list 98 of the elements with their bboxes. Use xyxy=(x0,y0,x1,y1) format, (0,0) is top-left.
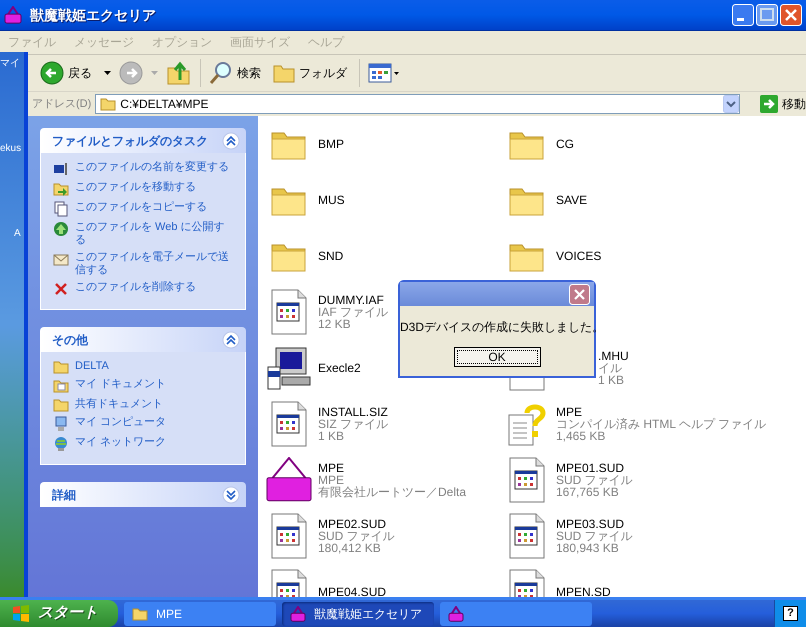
file-name[interactable]: CG xyxy=(556,138,574,150)
document-icon xyxy=(270,401,308,447)
collapse-button[interactable] xyxy=(222,330,240,348)
file-name[interactable]: MPE04.SUD xyxy=(318,586,386,597)
caret-icon xyxy=(151,71,158,75)
task-link[interactable]: マイ ネットワーク xyxy=(75,436,166,449)
help-tray-icon[interactable]: ? xyxy=(783,606,798,621)
task-link[interactable]: DELTA xyxy=(75,360,109,373)
dialog-message: D3Dデバイスの作成に失敗しました。 xyxy=(400,319,594,336)
delta-logo-icon xyxy=(4,6,22,24)
network-globe-icon xyxy=(53,436,69,452)
expand-button[interactable] xyxy=(222,486,240,504)
collapse-button[interactable] xyxy=(222,132,240,150)
file-name[interactable]: Execle2 xyxy=(318,362,361,374)
file-size: 167,765 KB xyxy=(556,486,620,498)
task-link[interactable]: 共有ドキュメント xyxy=(75,398,163,411)
file-size: 1 KB xyxy=(318,430,344,442)
go-button[interactable]: 移動 xyxy=(744,95,806,113)
file-name[interactable]: INSTALL.SIZ xyxy=(318,406,388,418)
file-type: コンパイル済み HTML ヘルプ ファイル xyxy=(556,418,766,430)
document-icon xyxy=(270,513,308,559)
search-icon xyxy=(209,61,233,85)
file-size: 1 KB xyxy=(598,374,626,386)
address-text: C:¥DELTA¥MPE xyxy=(120,96,210,113)
file-name[interactable]: MPE xyxy=(556,406,766,418)
file-name[interactable]: MPE03.SUD xyxy=(556,518,633,530)
folder-icon xyxy=(100,97,116,111)
panel-header[interactable]: ファイルとフォルダのタスク xyxy=(40,128,246,153)
ok-button[interactable]: OK xyxy=(454,347,540,367)
file-size: 12 KB xyxy=(318,318,352,330)
address-label: アドレス(D) xyxy=(32,96,92,112)
panel-header[interactable]: その他 xyxy=(40,327,246,352)
folder-icon xyxy=(273,63,295,83)
delete-icon xyxy=(53,281,69,297)
desktop-icon-label[interactable]: ekus xyxy=(0,141,24,156)
file-size: 1,465 KB xyxy=(556,430,606,442)
task-link[interactable]: このファイルを移動する xyxy=(75,181,196,194)
folder-move-icon xyxy=(53,181,69,197)
document-folder-icon xyxy=(53,378,69,394)
pages-icon xyxy=(53,201,69,217)
file-size: 180,943 KB xyxy=(556,542,620,554)
file-name[interactable]: MPEN.SD xyxy=(556,586,611,597)
file-type: SIZ ファイル xyxy=(318,418,388,430)
panel-title: ファイルとフォルダのタスク xyxy=(52,132,208,150)
file-name[interactable]: MPE02.SUD xyxy=(318,518,395,530)
file-name[interactable]: SAVE xyxy=(556,194,588,206)
delta-logo-icon xyxy=(266,457,312,503)
desktop-icon-label[interactable]: マイ xyxy=(0,56,24,71)
window-title: 獣魔戦姫エクセリア xyxy=(28,6,157,24)
document-icon xyxy=(508,513,546,559)
file-type: SUD ファイル xyxy=(556,474,633,486)
delta-logo-icon xyxy=(448,606,464,622)
panel-title: 詳細 xyxy=(52,486,76,504)
file-type: MPE xyxy=(318,474,344,486)
globe-icon xyxy=(53,221,69,237)
file-name[interactable]: .MHU xyxy=(598,350,629,362)
task-link[interactable]: このファイルを削除する xyxy=(75,281,196,294)
file-name[interactable]: MUS xyxy=(318,194,345,206)
rename-icon xyxy=(53,161,69,177)
back-button[interactable]: 戻る xyxy=(36,61,96,85)
file-name[interactable]: VOICES xyxy=(556,250,602,262)
windows-flag-icon xyxy=(12,604,30,622)
file-type: イル xyxy=(598,362,623,374)
file-type: SUD ファイル xyxy=(556,530,633,542)
task-link[interactable]: このファイルを電子メールで送信する xyxy=(75,251,233,277)
file-size: 180,412 KB xyxy=(318,542,382,554)
file-type: SUD ファイル xyxy=(318,530,395,542)
folder-icon xyxy=(53,398,69,412)
file-name[interactable]: SND xyxy=(318,250,344,262)
task-link[interactable]: マイ ドキュメント xyxy=(75,378,166,391)
panel-header[interactable]: 詳細 xyxy=(40,482,246,507)
folder-icon xyxy=(132,606,148,620)
file-name[interactable]: MPE01.SUD xyxy=(556,462,633,474)
document-icon xyxy=(270,289,308,335)
folder-icon xyxy=(53,360,69,374)
address-field[interactable]: C:¥DELTA¥MPE xyxy=(95,94,740,114)
file-name[interactable]: DUMMY.IAF xyxy=(318,294,388,306)
caret-icon xyxy=(104,71,111,75)
panel-title: その他 xyxy=(52,332,88,348)
folders-button[interactable]: フォルダ xyxy=(273,63,347,83)
computer-installer-icon xyxy=(266,345,312,391)
search-button[interactable]: 検索 xyxy=(209,61,261,85)
dropdown-button xyxy=(723,95,739,113)
document-icon xyxy=(508,457,546,503)
delta-logo-icon xyxy=(290,606,306,622)
taskbar-button[interactable]: 獣魔戦姫エクセリア xyxy=(282,602,434,626)
computer-icon xyxy=(53,416,69,432)
file-name[interactable]: BMP xyxy=(318,138,344,150)
task-link[interactable]: このファイルをコピーする xyxy=(75,201,207,214)
task-link[interactable]: このファイルを Web に公開する xyxy=(75,221,233,247)
file-name[interactable]: MPE xyxy=(318,462,466,474)
task-link[interactable]: このファイルの名前を変更する xyxy=(75,161,229,174)
desktop-icon-label[interactable]: A xyxy=(0,226,24,241)
file-size: 有限会社ルートツー／Delta xyxy=(318,486,466,498)
file-type: IAF ファイル xyxy=(318,306,388,318)
folder-up-icon xyxy=(166,60,192,86)
taskbar-button[interactable]: MPE xyxy=(124,602,276,626)
task-link[interactable]: マイ コンピュータ xyxy=(75,416,166,429)
